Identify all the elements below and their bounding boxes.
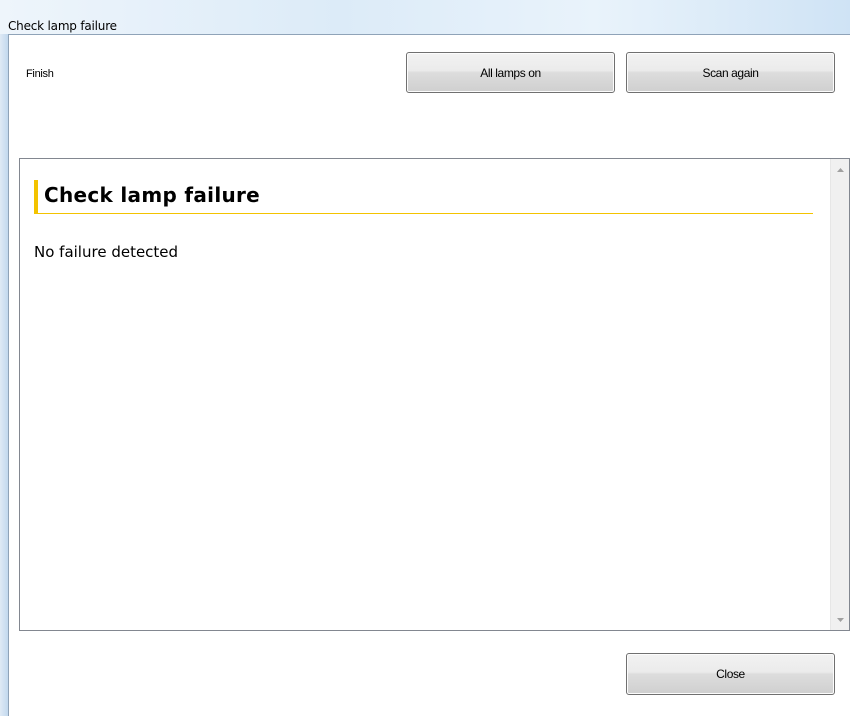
vertical-scrollbar[interactable] bbox=[830, 159, 849, 630]
title-bar[interactable]: Check lamp failure bbox=[0, 0, 850, 34]
dialog-client-area: Finish All lamps on Scan again Check lam… bbox=[8, 34, 850, 716]
dialog-window: Check lamp failure Finish All lamps on S… bbox=[0, 0, 850, 716]
window-frame bbox=[0, 0, 8, 716]
report-document: Check lamp failure No failure detected bbox=[20, 159, 830, 630]
scroll-up-arrow-icon[interactable] bbox=[831, 161, 849, 178]
report-heading-text: Check lamp failure bbox=[44, 183, 261, 207]
close-button[interactable]: Close bbox=[626, 653, 835, 695]
scroll-down-arrow-icon[interactable] bbox=[831, 611, 849, 628]
report-heading: Check lamp failure bbox=[34, 180, 813, 214]
result-message: No failure detected bbox=[34, 243, 179, 261]
finish-label: Finish bbox=[26, 68, 54, 80]
report-view[interactable]: Check lamp failure No failure detected bbox=[19, 158, 850, 631]
scan-again-button[interactable]: Scan again bbox=[626, 52, 835, 93]
top-panel: Finish All lamps on Scan again bbox=[9, 35, 850, 158]
window-title: Check lamp failure bbox=[8, 19, 117, 33]
all-lamps-on-button[interactable]: All lamps on bbox=[406, 52, 615, 93]
